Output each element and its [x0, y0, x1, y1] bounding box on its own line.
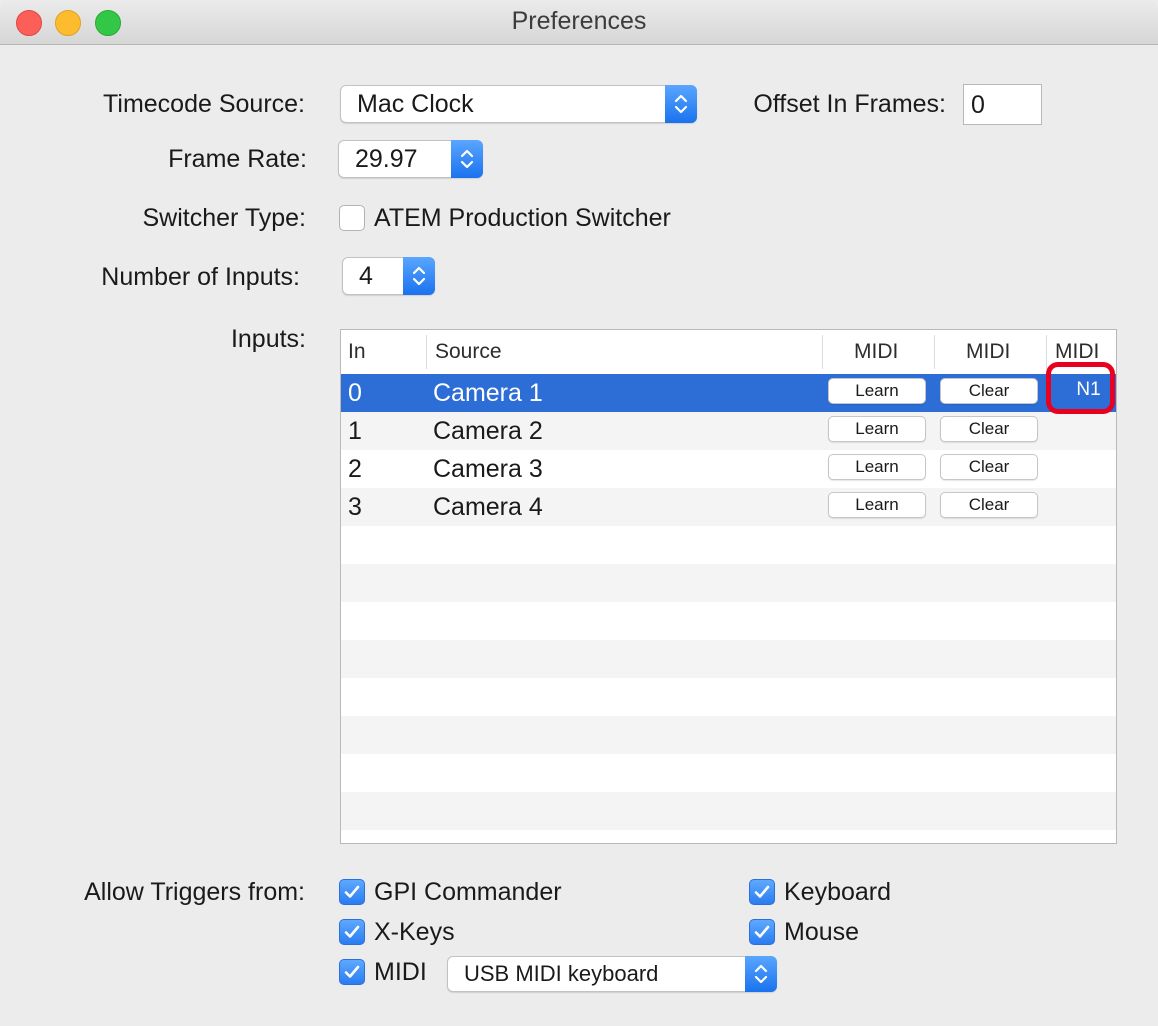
row-source: Camera 4 — [433, 493, 543, 521]
keyboard-label: Keyboard — [784, 878, 892, 906]
checkmark-icon — [344, 885, 360, 898]
row-in: 2 — [348, 455, 362, 483]
row-source: Camera 2 — [433, 417, 543, 445]
timecode-source-value: Mac Clock — [357, 90, 474, 118]
learn-button[interactable]: Learn — [828, 492, 926, 518]
column-divider — [426, 335, 427, 369]
empty-row — [341, 678, 1116, 716]
offset-in-frames-label: Offset In Frames: — [753, 90, 946, 118]
gpi-commander-checkbox[interactable] — [339, 879, 365, 905]
column-divider — [1046, 335, 1047, 369]
column-header-midi-learn[interactable]: MIDI — [854, 340, 898, 364]
x-keys-checkbox[interactable] — [339, 919, 365, 945]
table-row[interactable]: 1 Camera 2 Learn Clear — [341, 412, 1116, 450]
number-of-inputs-label: Number of Inputs: — [101, 263, 300, 291]
window-title: Preferences — [511, 7, 647, 35]
column-header-midi-value[interactable]: MIDI — [1055, 340, 1099, 364]
row-in: 0 — [348, 379, 362, 407]
up-down-chevron-icon — [745, 956, 777, 992]
learn-button[interactable]: Learn — [828, 378, 926, 404]
up-down-chevron-icon — [403, 257, 435, 295]
table-row[interactable]: 2 Camera 3 Learn Clear — [341, 450, 1116, 488]
table-header: In Source MIDI MIDI MIDI — [341, 330, 1116, 374]
empty-row — [341, 526, 1116, 564]
row-source: Camera 3 — [433, 455, 543, 483]
inputs-label: Inputs: — [230, 325, 306, 353]
empty-row — [341, 716, 1116, 754]
clear-button[interactable]: Clear — [940, 454, 1038, 480]
allow-triggers-label: Allow Triggers from: — [84, 878, 305, 906]
inputs-table: In Source MIDI MIDI MIDI 0 Camera 1 Lear… — [340, 329, 1117, 844]
frame-rate-popup[interactable]: 29.97 — [338, 140, 483, 178]
midi-checkbox[interactable] — [339, 959, 365, 985]
row-in: 3 — [348, 493, 362, 521]
midi-device-value: USB MIDI keyboard — [464, 961, 659, 986]
checkmark-icon — [344, 965, 360, 978]
mouse-checkbox[interactable] — [749, 919, 775, 945]
gpi-commander-label: GPI Commander — [374, 878, 562, 906]
empty-row — [341, 602, 1116, 640]
checkmark-icon — [754, 885, 770, 898]
learn-button[interactable]: Learn — [828, 416, 926, 442]
title-bar: Preferences — [0, 0, 1158, 45]
column-header-in[interactable]: In — [348, 340, 366, 364]
up-down-chevron-icon — [665, 85, 697, 123]
frame-rate-label: Frame Rate: — [168, 145, 307, 173]
mouse-label: Mouse — [784, 918, 860, 946]
timecode-source-label: Timecode Source: — [103, 90, 305, 118]
table-row[interactable]: 0 Camera 1 Learn Clear N1 — [341, 374, 1116, 412]
clear-button[interactable]: Clear — [940, 492, 1038, 518]
checkmark-icon — [344, 925, 360, 938]
column-divider — [822, 335, 823, 369]
column-header-source[interactable]: Source — [435, 340, 502, 364]
checkmark-icon — [754, 925, 770, 938]
keyboard-checkbox[interactable] — [749, 879, 775, 905]
up-down-chevron-icon — [451, 140, 483, 178]
clear-button[interactable]: Clear — [940, 416, 1038, 442]
empty-row — [341, 792, 1116, 830]
learn-button[interactable]: Learn — [828, 454, 926, 480]
atem-switcher-label: ATEM Production Switcher — [374, 204, 671, 232]
x-keys-label: X-Keys — [374, 918, 455, 946]
switcher-type-label: Switcher Type: — [142, 204, 306, 232]
midi-label: MIDI — [374, 958, 427, 986]
empty-row — [341, 640, 1116, 678]
annotation-highlight — [1046, 362, 1115, 414]
atem-switcher-checkbox[interactable] — [339, 205, 365, 231]
number-of-inputs-value: 4 — [359, 262, 373, 290]
column-divider — [934, 335, 935, 369]
row-in: 1 — [348, 417, 362, 445]
midi-device-popup[interactable]: USB MIDI keyboard — [447, 956, 777, 992]
frame-rate-value: 29.97 — [355, 145, 418, 173]
offset-in-frames-field[interactable]: 0 — [963, 84, 1042, 125]
timecode-source-popup[interactable]: Mac Clock — [340, 85, 697, 123]
empty-row — [341, 754, 1116, 792]
number-of-inputs-popup[interactable]: 4 — [342, 257, 435, 295]
table-row[interactable]: 3 Camera 4 Learn Clear — [341, 488, 1116, 526]
row-source: Camera 1 — [433, 379, 543, 407]
column-header-midi-clear[interactable]: MIDI — [966, 340, 1010, 364]
clear-button[interactable]: Clear — [940, 378, 1038, 404]
empty-row — [341, 564, 1116, 602]
